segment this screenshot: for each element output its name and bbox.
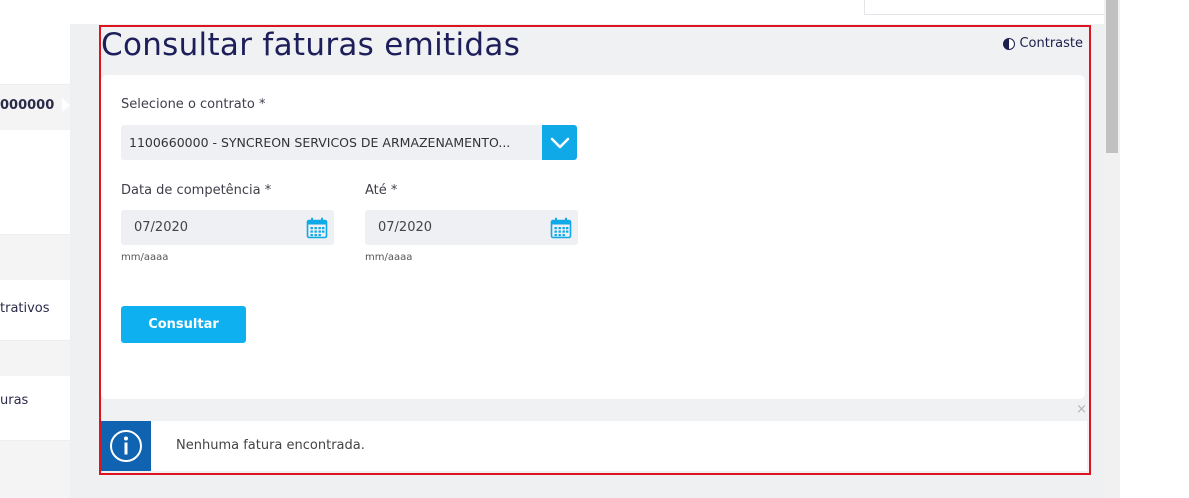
chevron-down-icon	[550, 137, 569, 148]
contract-label: Selecione o contrato *	[121, 97, 266, 112]
calendar-icon[interactable]	[306, 217, 328, 239]
search-form-card: Selecione o contrato * 1100660000 - SYNC…	[101, 75, 1085, 399]
page-title: Consultar faturas emitidas	[101, 27, 521, 63]
date-to-input[interactable]: 07/2020	[365, 210, 578, 245]
sidebar-notch	[62, 350, 70, 364]
date-from-value: 07/2020	[134, 220, 189, 235]
calendar-icon[interactable]	[550, 217, 572, 239]
contract-select[interactable]: 1100660000 - SYNCREON SERVICOS DE ARMAZE…	[121, 125, 577, 160]
date-from-hint: mm/aaaa	[121, 252, 169, 263]
date-to-label: Até *	[365, 183, 398, 198]
date-to-hint: mm/aaaa	[365, 252, 413, 263]
sidebar-row	[0, 130, 70, 235]
info-message-text: Nenhuma fatura encontrada.	[176, 438, 365, 453]
top-right-panel	[864, 0, 1105, 15]
date-from-label: Data de competência *	[121, 183, 272, 198]
consult-button[interactable]: Consultar	[121, 306, 246, 343]
info-icon	[110, 430, 142, 462]
contrast-toggle[interactable]: Contraste	[1003, 36, 1083, 51]
sidebar-item-faturas[interactable]: uras	[0, 393, 28, 408]
contrast-label: Contraste	[1019, 36, 1083, 51]
contrast-icon	[1003, 37, 1016, 50]
date-from-input[interactable]: 07/2020	[121, 210, 334, 245]
contract-dropdown-button[interactable]	[542, 125, 577, 160]
contract-select-value: 1100660000 - SYNCREON SERVICOS DE ARMAZE…	[129, 135, 511, 150]
close-message-icon[interactable]: ×	[1076, 402, 1087, 417]
sidebar-item-demonstrativos[interactable]: trativos	[0, 301, 50, 316]
sidebar-item-contract[interactable]: 000000	[0, 98, 54, 113]
sidebar: 000000 trativos uras	[0, 24, 70, 498]
scrollbar-thumb[interactable]	[1106, 0, 1118, 153]
date-to-value: 07/2020	[378, 220, 433, 235]
sidebar-active-notch	[62, 98, 70, 112]
info-icon-box	[101, 421, 151, 471]
main-content: Consultar faturas emitidas Contraste Sel…	[101, 27, 1087, 471]
sidebar-row	[0, 376, 70, 441]
sidebar-row	[0, 24, 70, 85]
info-message: Nenhuma fatura encontrada.	[101, 421, 1087, 471]
